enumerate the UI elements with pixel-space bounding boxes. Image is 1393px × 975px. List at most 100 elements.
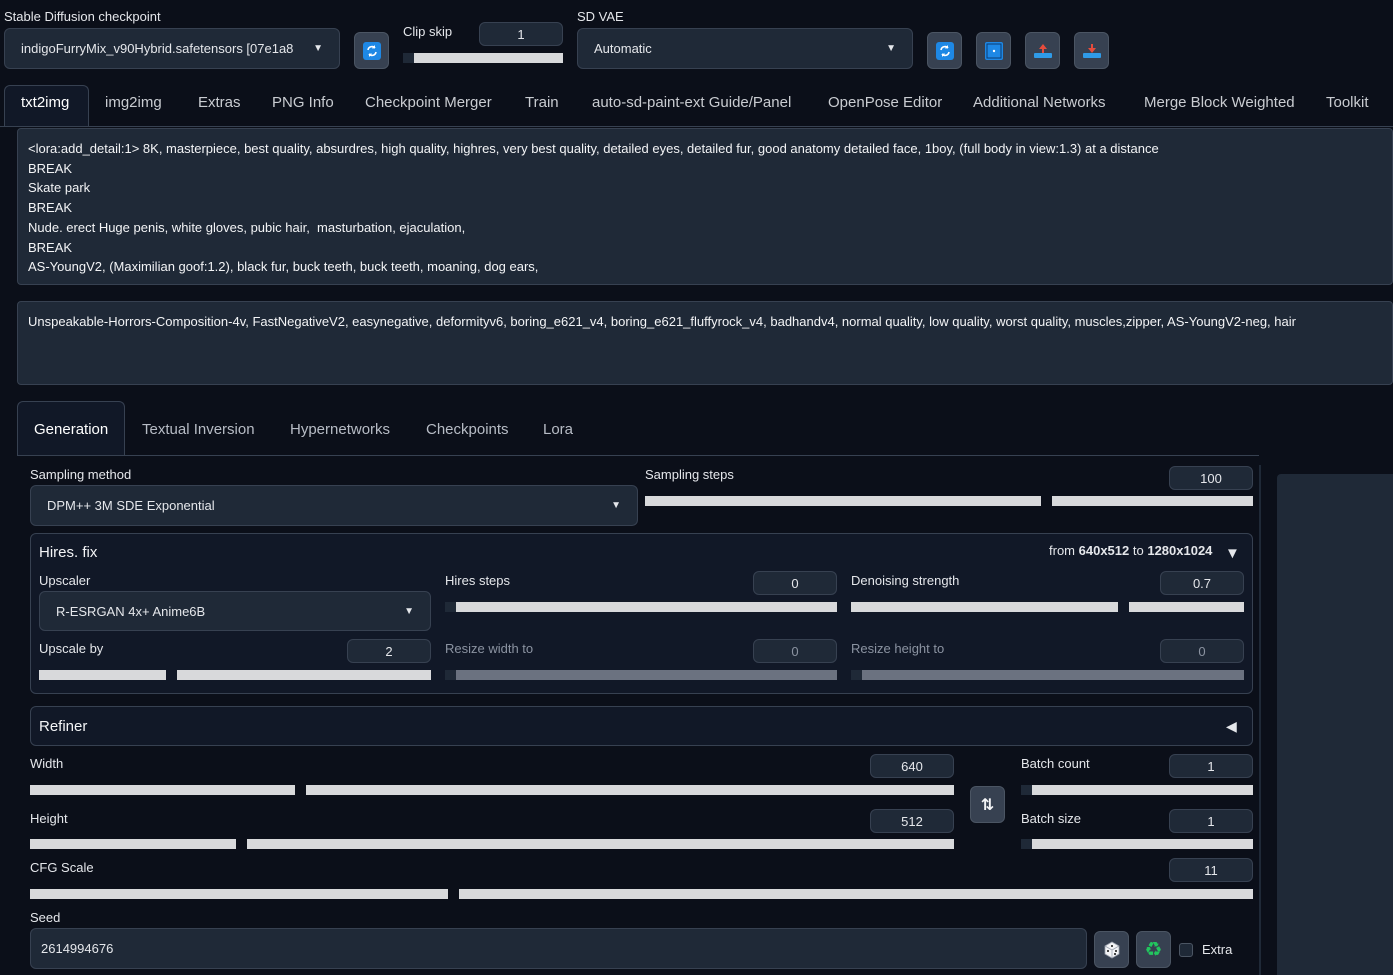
clip-skip-label: Clip skip [403,24,453,39]
tab-checkpoint-merger[interactable]: Checkpoint Merger [365,94,492,111]
hires-fix-size-info: from 640x512 to 1280x1024 [1049,543,1212,558]
save-style-button[interactable] [1074,32,1109,69]
tab-merge-block-weighted[interactable]: Merge Block Weighted [1144,94,1295,111]
refresh-icon [362,41,381,60]
hires-from-prefix: from [1049,543,1075,558]
sampling-method-label: Sampling method [30,467,132,482]
sd-vae-label: SD VAE [577,9,624,24]
sd-vae-dropdown[interactable]: Automatic ▼ [577,28,913,69]
batch-count-slider[interactable] [1021,785,1253,795]
width-slider[interactable] [30,785,954,795]
reuse-seed-button[interactable]: ♻ [1136,931,1171,968]
tab-toolkit[interactable]: Toolkit [1326,94,1369,111]
batch-count-label: Batch count [1021,756,1090,771]
tab-openpose-editor[interactable]: OpenPose Editor [828,94,942,111]
hires-to-size: 1280x1024 [1147,543,1213,558]
resize-height-label: Resize height to [851,641,945,656]
tab-txt2img[interactable]: txt2img [21,94,69,111]
batch-size-label: Batch size [1021,811,1081,826]
refresh-icon [935,41,954,60]
refiner-title[interactable]: Refiner [39,718,87,735]
checkpoint-dropdown[interactable]: indigoFurryMix_v90Hybrid.safetensors [07… [4,28,340,69]
tab-extras[interactable]: Extras [198,94,241,111]
tab-additional-networks[interactable]: Additional Networks [973,94,1106,111]
cfg-scale-label: CFG Scale [30,860,94,875]
denoising-strength-slider[interactable] [851,602,1244,612]
tab-png-info[interactable]: PNG Info [272,94,334,111]
cfg-scale-input[interactable]: 11 [1169,858,1253,882]
dice-icon [1104,941,1119,958]
upscaler-label: Upscaler [39,573,91,588]
apply-style-button[interactable] [1025,32,1060,69]
denoising-strength-input[interactable]: 0.7 [1160,571,1244,595]
extra-seed-checkbox[interactable] [1179,943,1193,957]
negative-prompt-textarea[interactable]: Unspeakable-Horrors-Composition-4v, Fast… [17,301,1393,385]
clip-skip-slider[interactable] [403,53,563,63]
upscale-by-label: Upscale by [39,641,104,656]
cfg-scale-slider[interactable] [30,889,1253,899]
clip-skip-input[interactable]: 1 [479,22,563,46]
batch-size-slider[interactable] [1021,839,1253,849]
tab-textual-inversion[interactable]: Textual Inversion [142,421,255,438]
tab-train[interactable]: Train [525,94,559,111]
height-input[interactable]: 512 [870,809,954,833]
width-label: Width [30,756,64,771]
upscale-by-slider[interactable] [39,670,431,680]
image-icon [984,41,1003,60]
resize-height-slider[interactable] [851,670,1244,680]
tab-hypernetworks[interactable]: Hypernetworks [290,421,390,438]
chevron-down-icon: ▼ [886,43,896,54]
extra-networks-button[interactable] [976,32,1011,69]
upscale-by-input[interactable]: 2 [347,639,431,663]
tab-auto-sd-paint-ext[interactable]: auto-sd-paint-ext Guide/Panel [592,94,791,111]
batch-size-input[interactable]: 1 [1169,809,1253,833]
chevron-down-icon: ▼ [313,43,323,54]
refresh-vae-button[interactable] [927,32,962,69]
swap-arrows-icon: ⇅ [980,796,995,814]
resize-width-slider[interactable] [445,670,837,680]
refresh-checkpoint-button[interactable] [354,32,389,69]
sd-vae-value: Automatic [594,41,652,56]
resize-width-label: Resize width to [445,641,534,656]
sampling-steps-slider[interactable] [645,496,1253,506]
hires-from-size: 640x512 [1078,543,1130,558]
seed-label: Seed [30,910,61,925]
resize-width-input[interactable]: 0 [753,639,837,663]
upload-icon [1033,43,1052,58]
chevron-down-icon: ▼ [404,605,414,617]
batch-count-input[interactable]: 1 [1169,754,1253,778]
refiner-panel[interactable] [30,706,1253,746]
tab-checkpoints[interactable]: Checkpoints [426,421,509,438]
hires-to-prefix: to [1132,543,1144,558]
resize-height-input[interactable]: 0 [1160,639,1244,663]
download-icon [1082,43,1101,58]
denoising-strength-label: Denoising strength [851,573,960,588]
expand-triangle-left-icon[interactable]: ◀ [1226,718,1237,735]
hires-fix-title[interactable]: Hires. fix [39,544,97,561]
swap-dimensions-button[interactable]: ⇅ [970,786,1005,823]
random-seed-button[interactable] [1094,931,1129,968]
hires-steps-slider[interactable] [445,602,837,612]
subtabs-divider [17,455,1259,456]
height-slider[interactable] [30,839,954,849]
width-input[interactable]: 640 [870,754,954,778]
sampling-steps-input[interactable]: 100 [1169,466,1253,490]
sampling-method-dropdown[interactable]: DPM++ 3M SDE Exponential ▼ [30,485,638,526]
column-splitter [1259,465,1261,975]
tab-img2img[interactable]: img2img [105,94,162,111]
hires-steps-label: Hires steps [445,573,511,588]
prompt-textarea[interactable]: <lora:add_detail:1> 8K, masterpiece, bes… [17,128,1393,285]
tab-lora[interactable]: Lora [543,421,573,438]
collapse-triangle-down-icon[interactable]: ▼ [1225,545,1240,562]
recycle-icon: ♻ [1144,938,1163,961]
height-label: Height [30,811,68,826]
extra-seed-label: Extra [1202,942,1233,957]
hires-steps-input[interactable]: 0 [753,571,837,595]
tab-generation[interactable]: Generation [34,421,108,438]
chevron-down-icon: ▼ [611,500,621,511]
seed-input[interactable]: 2614994676 [30,928,1087,969]
sampling-steps-label: Sampling steps [645,467,734,482]
checkpoint-label: Stable Diffusion checkpoint [4,9,161,24]
sampling-method-value: DPM++ 3M SDE Exponential [47,498,215,513]
upscaler-dropdown[interactable]: R-ESRGAN 4x+ Anime6B ▼ [39,591,431,631]
